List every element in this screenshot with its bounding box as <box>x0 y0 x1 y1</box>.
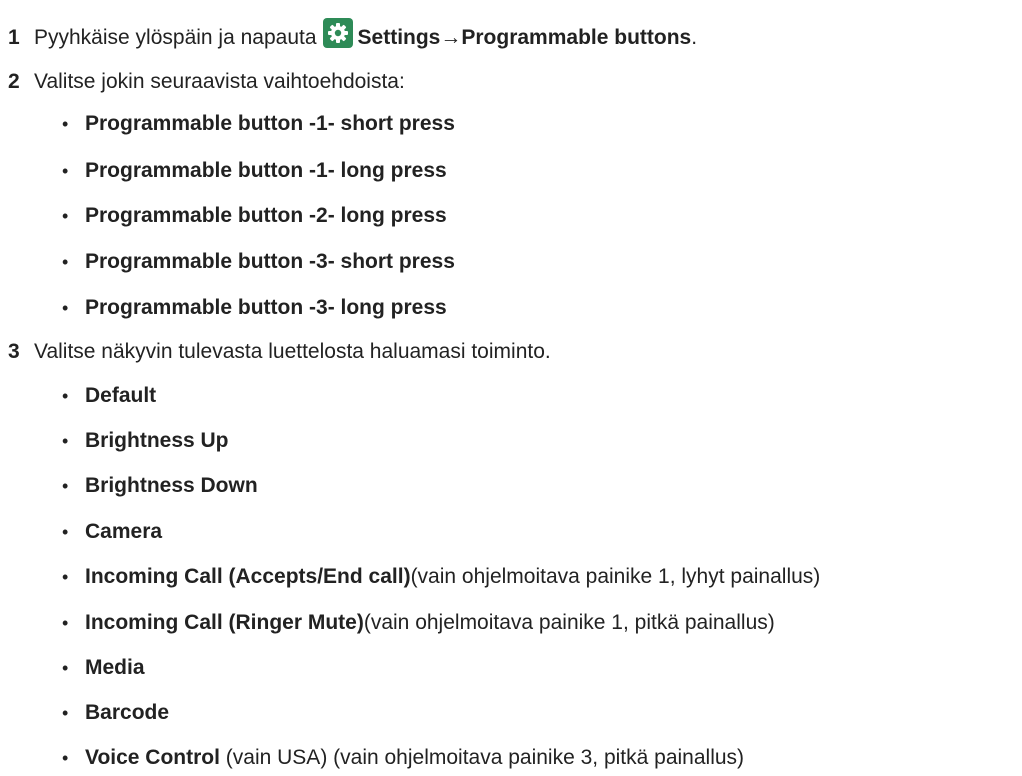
bullet-icon: • <box>62 160 69 181</box>
action-label: Voice Control <box>85 746 220 769</box>
bullet-icon: • <box>62 385 69 406</box>
list-item: • Incoming Call (Accepts/End call) (vain… <box>62 562 820 592</box>
step-text: Pyyhkäise ylöspäin ja napauta Settings→P… <box>34 18 698 53</box>
button-option-label: Programmable button -1- long press <box>85 159 447 182</box>
list-item: • Programmable button -1- long press <box>62 156 447 186</box>
bullet-icon: • <box>62 475 69 496</box>
step-1: 1 Pyyhkäise ylöspäin ja napauta Settings… <box>8 18 698 54</box>
action-label: Media <box>85 656 145 679</box>
list-item: • Programmable button -3- long press <box>62 293 447 323</box>
step-1-text: Pyyhkäise ylöspäin ja napauta <box>34 26 317 49</box>
instruction-document: 1 Pyyhkäise ylöspäin ja napauta Settings… <box>0 0 1022 776</box>
action-note: (vain ohjelmoitava painike 1, pitkä pain… <box>363 611 775 634</box>
list-item: • Incoming Call (Ringer Mute) (vain ohje… <box>62 608 775 638</box>
list-item: • Brightness Down <box>62 471 258 501</box>
action-label: Incoming Call (Accepts/End call) <box>85 565 411 588</box>
button-option-label: Programmable button -2- long press <box>85 204 447 227</box>
bullet-icon: • <box>62 205 69 226</box>
step-2-text: Valitse jokin seuraavista vaihtoehdoista… <box>34 70 405 93</box>
action-label: Brightness Up <box>85 429 229 452</box>
step-3: 3 Valitse näkyvin tulevasta luettelosta … <box>8 336 551 368</box>
list-item: • Programmable button -2- long press <box>62 201 447 231</box>
action-label: Incoming Call (Ringer Mute) <box>85 611 364 634</box>
list-item: • Programmable button -3- short press <box>62 247 455 277</box>
action-label: Camera <box>85 520 163 543</box>
action-label: Default <box>85 384 157 407</box>
bullet-icon: • <box>62 657 69 678</box>
list-item: • Programmable button -1- short press <box>62 109 455 139</box>
button-option-label: Programmable button -1- short press <box>85 112 455 135</box>
action-label: Brightness Down <box>85 474 258 497</box>
step-1-period: . <box>691 26 698 49</box>
bullet-icon: • <box>62 702 69 723</box>
action-note: (vain ohjelmoitava painike 1, lyhyt pain… <box>410 565 821 588</box>
bullet-icon: • <box>62 566 69 587</box>
list-item: • Default <box>62 381 156 411</box>
bullet-icon: • <box>62 113 69 134</box>
bullet-icon: • <box>62 612 69 633</box>
bullet-icon: • <box>62 521 69 542</box>
settings-gear-icon <box>322 18 353 48</box>
bullet-icon: • <box>62 297 69 318</box>
list-item: • Barcode <box>62 698 169 728</box>
bullet-icon: • <box>62 747 69 768</box>
list-item: • Media <box>62 653 145 683</box>
step-number: 1 <box>8 26 20 49</box>
button-option-label: Programmable button -3- short press <box>85 250 455 273</box>
step-number: 2 <box>8 70 20 93</box>
button-option-label: Programmable button -3- long press <box>85 296 447 319</box>
bullet-icon: • <box>62 430 69 451</box>
action-label: Barcode <box>85 701 170 724</box>
list-item: • Camera <box>62 517 162 547</box>
settings-path: Settings→Programmable buttons <box>357 26 692 49</box>
step-2: 2 Valitse jokin seuraavista vaihtoehdois… <box>8 66 405 98</box>
bullet-icon: • <box>62 251 69 272</box>
action-note: (vain USA) (vain ohjelmoitava painike 3,… <box>219 746 745 769</box>
list-item: • Voice Control (vain USA) (vain ohjelmo… <box>62 743 744 773</box>
step-3-text: Valitse näkyvin tulevasta luettelosta ha… <box>34 340 551 363</box>
step-number: 3 <box>8 340 20 363</box>
list-item: • Brightness Up <box>62 426 229 456</box>
